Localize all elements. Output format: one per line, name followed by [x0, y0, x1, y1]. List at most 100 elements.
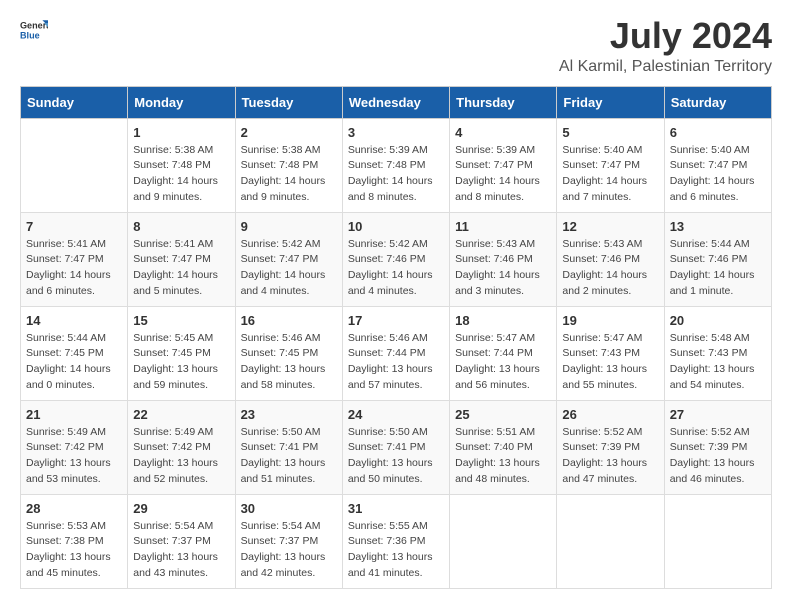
week-row-4: 21 Sunrise: 5:49 AM Sunset: 7:42 PM Dayli… [21, 400, 772, 494]
cell-w2-d3: 9 Sunrise: 5:42 AM Sunset: 7:47 PM Daylig… [235, 212, 342, 306]
cell-w4-d2: 22Sunrise: 5:49 AM Sunset: 7:42 PM Dayli… [128, 400, 235, 494]
day-number: 10 [348, 219, 444, 234]
day-number: 19 [562, 313, 658, 328]
header-sunday: Sunday [21, 86, 128, 118]
cell-w2-d2: 8 Sunrise: 5:41 AM Sunset: 7:47 PM Daylig… [128, 212, 235, 306]
day-number: 16 [241, 313, 337, 328]
day-number: 11 [455, 219, 551, 234]
day-number: 30 [241, 501, 337, 516]
title-area: July 2024 Al Karmil, Palestinian Territo… [559, 16, 772, 76]
cell-info: Sunrise: 5:38 AM Sunset: 7:48 PM Dayligh… [241, 143, 337, 206]
day-number: 26 [562, 407, 658, 422]
main-title: July 2024 [559, 16, 772, 56]
day-number: 24 [348, 407, 444, 422]
cell-info: Sunrise: 5:47 AM Sunset: 7:43 PM Dayligh… [562, 331, 658, 394]
day-number: 31 [348, 501, 444, 516]
cell-info: Sunrise: 5:41 AM Sunset: 7:47 PM Dayligh… [133, 237, 229, 300]
cell-w4-d4: 24 Sunrise: 5:50 AM Sunset: 7:41 PM Dayli… [342, 400, 449, 494]
svg-text:General: General [20, 21, 48, 31]
cell-info: Sunrise: 5:54 AM Sunset: 7:37 PM Dayligh… [133, 519, 229, 582]
cell-w5-d2: 29Sunrise: 5:54 AM Sunset: 7:37 PM Dayli… [128, 494, 235, 588]
svg-text:Blue: Blue [20, 30, 40, 40]
day-number: 3 [348, 125, 444, 140]
day-number: 8 [133, 219, 229, 234]
day-number: 5 [562, 125, 658, 140]
day-number: 22 [133, 407, 229, 422]
cell-info: Sunrise: 5:46 AM Sunset: 7:45 PM Dayligh… [241, 331, 337, 394]
header: General Blue July 2024 Al Karmil, Palest… [20, 16, 772, 76]
cell-w2-d5: 11 Sunrise: 5:43 AM Sunset: 7:46 PM Dayli… [450, 212, 557, 306]
header-thursday: Thursday [450, 86, 557, 118]
header-wednesday: Wednesday [342, 86, 449, 118]
cell-w3-d5: 18Sunrise: 5:47 AM Sunset: 7:44 PM Dayli… [450, 306, 557, 400]
cell-info: Sunrise: 5:40 AM Sunset: 7:47 PM Dayligh… [670, 143, 766, 206]
cell-w1-d6: 5 Sunrise: 5:40 AM Sunset: 7:47 PM Daylig… [557, 118, 664, 212]
calendar-header: Sunday Monday Tuesday Wednesday Thursday… [21, 86, 772, 118]
cell-w3-d7: 20Sunrise: 5:48 AM Sunset: 7:43 PM Dayli… [664, 306, 771, 400]
cell-info: Sunrise: 5:47 AM Sunset: 7:44 PM Dayligh… [455, 331, 551, 394]
cell-w2-d6: 12 Sunrise: 5:43 AM Sunset: 7:46 PM Dayli… [557, 212, 664, 306]
cell-w4-d5: 25 Sunrise: 5:51 AM Sunset: 7:40 PM Dayli… [450, 400, 557, 494]
cell-w5-d7 [664, 494, 771, 588]
cell-info: Sunrise: 5:42 AM Sunset: 7:46 PM Dayligh… [348, 237, 444, 300]
cell-w1-d2: 1 Sunrise: 5:38 AM Sunset: 7:48 PM Daylig… [128, 118, 235, 212]
cell-w2-d1: 7 Sunrise: 5:41 AM Sunset: 7:47 PM Daylig… [21, 212, 128, 306]
cell-w4-d1: 21 Sunrise: 5:49 AM Sunset: 7:42 PM Dayli… [21, 400, 128, 494]
cell-w1-d7: 6Sunrise: 5:40 AM Sunset: 7:47 PM Daylig… [664, 118, 771, 212]
day-number: 13 [670, 219, 766, 234]
cell-w3-d6: 19 Sunrise: 5:47 AM Sunset: 7:43 PM Dayli… [557, 306, 664, 400]
cell-info: Sunrise: 5:53 AM Sunset: 7:38 PM Dayligh… [26, 519, 122, 582]
cell-info: Sunrise: 5:46 AM Sunset: 7:44 PM Dayligh… [348, 331, 444, 394]
day-number: 7 [26, 219, 122, 234]
day-number: 28 [26, 501, 122, 516]
cell-w4-d7: 27Sunrise: 5:52 AM Sunset: 7:39 PM Dayli… [664, 400, 771, 494]
cell-w2-d7: 13 Sunrise: 5:44 AM Sunset: 7:46 PM Dayli… [664, 212, 771, 306]
cell-w1-d3: 2Sunrise: 5:38 AM Sunset: 7:48 PM Daylig… [235, 118, 342, 212]
calendar-body: 1 Sunrise: 5:38 AM Sunset: 7:48 PM Daylig… [21, 118, 772, 588]
cell-info: Sunrise: 5:44 AM Sunset: 7:46 PM Dayligh… [670, 237, 766, 300]
day-number: 27 [670, 407, 766, 422]
cell-info: Sunrise: 5:42 AM Sunset: 7:47 PM Dayligh… [241, 237, 337, 300]
cell-info: Sunrise: 5:39 AM Sunset: 7:48 PM Dayligh… [348, 143, 444, 206]
header-saturday: Saturday [664, 86, 771, 118]
cell-info: Sunrise: 5:44 AM Sunset: 7:45 PM Dayligh… [26, 331, 122, 394]
cell-w4-d6: 26 Sunrise: 5:52 AM Sunset: 7:39 PM Dayli… [557, 400, 664, 494]
day-number: 25 [455, 407, 551, 422]
cell-w5-d4: 31Sunrise: 5:55 AM Sunset: 7:36 PM Dayli… [342, 494, 449, 588]
week-row-5: 28 Sunrise: 5:53 AM Sunset: 7:38 PM Dayli… [21, 494, 772, 588]
calendar-table: Sunday Monday Tuesday Wednesday Thursday… [20, 86, 772, 589]
day-number: 4 [455, 125, 551, 140]
cell-info: Sunrise: 5:45 AM Sunset: 7:45 PM Dayligh… [133, 331, 229, 394]
cell-info: Sunrise: 5:43 AM Sunset: 7:46 PM Dayligh… [562, 237, 658, 300]
week-row-3: 14Sunrise: 5:44 AM Sunset: 7:45 PM Dayli… [21, 306, 772, 400]
header-tuesday: Tuesday [235, 86, 342, 118]
cell-info: Sunrise: 5:40 AM Sunset: 7:47 PM Dayligh… [562, 143, 658, 206]
cell-info: Sunrise: 5:41 AM Sunset: 7:47 PM Dayligh… [26, 237, 122, 300]
day-number: 9 [241, 219, 337, 234]
cell-info: Sunrise: 5:51 AM Sunset: 7:40 PM Dayligh… [455, 425, 551, 488]
cell-w1-d1 [21, 118, 128, 212]
cell-w3-d3: 16 Sunrise: 5:46 AM Sunset: 7:45 PM Dayli… [235, 306, 342, 400]
logo-icon: General Blue [20, 16, 48, 44]
cell-info: Sunrise: 5:38 AM Sunset: 7:48 PM Dayligh… [133, 143, 229, 206]
cell-info: Sunrise: 5:52 AM Sunset: 7:39 PM Dayligh… [562, 425, 658, 488]
day-number: 12 [562, 219, 658, 234]
cell-info: Sunrise: 5:49 AM Sunset: 7:42 PM Dayligh… [26, 425, 122, 488]
cell-info: Sunrise: 5:50 AM Sunset: 7:41 PM Dayligh… [348, 425, 444, 488]
cell-w5-d3: 30Sunrise: 5:54 AM Sunset: 7:37 PM Dayli… [235, 494, 342, 588]
day-number: 1 [133, 125, 229, 140]
cell-w3-d1: 14Sunrise: 5:44 AM Sunset: 7:45 PM Dayli… [21, 306, 128, 400]
subtitle: Al Karmil, Palestinian Territory [559, 58, 772, 76]
cell-info: Sunrise: 5:43 AM Sunset: 7:46 PM Dayligh… [455, 237, 551, 300]
header-row: Sunday Monday Tuesday Wednesday Thursday… [21, 86, 772, 118]
cell-w3-d4: 17Sunrise: 5:46 AM Sunset: 7:44 PM Dayli… [342, 306, 449, 400]
cell-w1-d5: 4Sunrise: 5:39 AM Sunset: 7:47 PM Daylig… [450, 118, 557, 212]
logo: General Blue [20, 16, 48, 44]
week-row-1: 1 Sunrise: 5:38 AM Sunset: 7:48 PM Daylig… [21, 118, 772, 212]
cell-w4-d3: 23 Sunrise: 5:50 AM Sunset: 7:41 PM Dayli… [235, 400, 342, 494]
day-number: 23 [241, 407, 337, 422]
cell-w5-d1: 28 Sunrise: 5:53 AM Sunset: 7:38 PM Dayli… [21, 494, 128, 588]
header-monday: Monday [128, 86, 235, 118]
cell-info: Sunrise: 5:50 AM Sunset: 7:41 PM Dayligh… [241, 425, 337, 488]
day-number: 21 [26, 407, 122, 422]
